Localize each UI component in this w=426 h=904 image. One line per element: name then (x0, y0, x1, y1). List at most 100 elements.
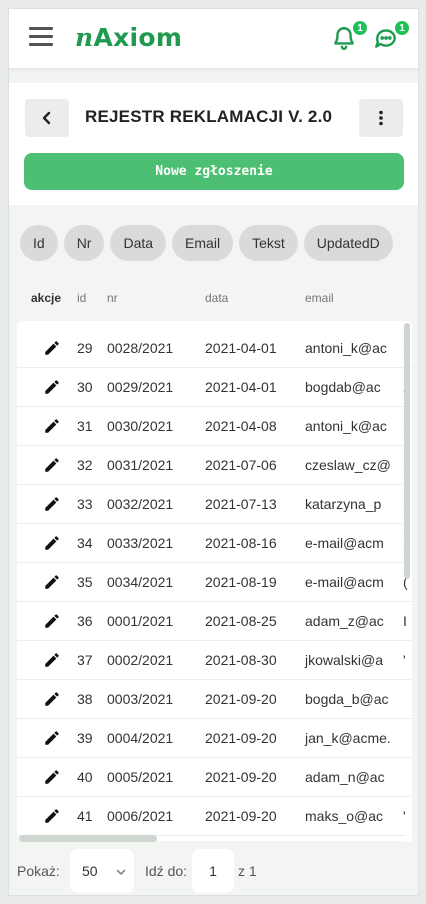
filter-chip-nr[interactable]: Nr (63, 225, 105, 261)
edit-icon[interactable] (43, 495, 63, 515)
notifications-button[interactable]: 1 (331, 19, 369, 53)
edit-icon[interactable] (43, 417, 63, 437)
table-row[interactable]: 340033/20212021-08-16e-mail@acm( (17, 524, 412, 563)
edit-icon[interactable] (43, 651, 63, 671)
table-row[interactable]: 35 0034/2021 2021-08-19 e-mail@acm( (17, 563, 412, 602)
cell-data: 2021-04-08 (205, 418, 277, 434)
cell-email: adam_n@ac (305, 769, 385, 785)
cell-email: adam_z@ac (305, 613, 384, 629)
cell-nr: 0001/2021 (107, 613, 174, 629)
table-row[interactable]: 39 0004/2021 2021-09-20 jan_k@acme. (17, 719, 412, 758)
cell-id: 40 (77, 769, 93, 785)
edit-icon[interactable] (43, 768, 63, 788)
goto-page-label: Idź do: (145, 863, 188, 879)
table-row[interactable]: 36 0001/2021 2021-08-25 adam_z@ac I (17, 602, 412, 641)
cell-data: 2021-08-25 (205, 613, 277, 629)
table-row[interactable]: 330032/20212021-07-13katarzyna_p( (17, 485, 412, 524)
edit-icon[interactable] (43, 456, 63, 476)
page-header-card: REJESTR REKLAMACJI V. 2.0 Nowe zgłoszeni… (9, 83, 418, 205)
edit-icon[interactable] (43, 612, 63, 632)
filter-chip-email[interactable]: Email (172, 225, 234, 261)
edit-icon[interactable] (43, 534, 63, 554)
cell-email: maks_o@ac (305, 808, 384, 824)
messages-button[interactable]: 1 (373, 19, 411, 53)
table-row[interactable]: 320031/20212021-07-06czeslaw_cz@( (17, 446, 412, 485)
page-size-select[interactable]: 50 (70, 849, 134, 893)
cell-data: 2021-08-16 (205, 535, 277, 551)
vertical-scrollbar[interactable] (404, 323, 410, 579)
edit-icon[interactable] (43, 729, 63, 749)
cell-email: jkowalski@a (305, 652, 384, 668)
edit-icon[interactable] (43, 690, 63, 710)
cell-data: 2021-09-20 (205, 691, 277, 707)
table-row[interactable]: 310030/20212021-04-08antoni_k@ac( (17, 407, 412, 446)
filter-chips: Id Nr Data Email Tekst UpdatedD (20, 225, 418, 261)
column-header-nr[interactable]: nr (107, 291, 118, 305)
horizontal-scrollbar-end (404, 835, 412, 842)
menu-icon[interactable] (29, 27, 53, 49)
cell-email: e-mail@acm (305, 574, 384, 590)
cell-nr: 0032/2021 (107, 496, 174, 512)
cell-nr: 0004/2021 (107, 730, 174, 746)
cell-email: jan_k@acme. (305, 730, 391, 746)
cell-data: 2021-07-06 (205, 457, 277, 473)
app-frame: nAxiom 1 1 REJESTR REKLAMACJI V. 2.0 Now… (8, 8, 419, 896)
table-row[interactable]: 300029/20212021-04-01bogdab@ac2 (17, 368, 412, 407)
cell-data: 2021-07-13 (205, 496, 277, 512)
table-body: 41 0006/2021 2021-09-20 maks_o@ac ' 40 0005/20… (17, 321, 412, 841)
cell-nr: 0029/2021 (107, 379, 174, 395)
page-title: REJESTR REKLAMACJI V. 2.0 (85, 107, 333, 126)
column-header-id[interactable]: id (77, 291, 86, 305)
table-row[interactable]: 37 0002/2021 2021-08-30 jkowalski@a ' (17, 641, 412, 680)
page-size-label: Pokaż: (17, 863, 60, 879)
table-row[interactable]: 290028/20212021-04-01antoni_k@ac( (17, 329, 412, 368)
cell-nr: 0030/2021 (107, 418, 174, 434)
cell-id: 33 (77, 496, 93, 512)
filter-chip-tekst[interactable]: Tekst (239, 225, 298, 261)
cell-nr: 0033/2021 (107, 535, 174, 551)
cell-nr: 0002/2021 (107, 652, 174, 668)
new-submission-button[interactable]: Nowe zgłoszenie (24, 153, 404, 190)
filter-chip-data[interactable]: Data (110, 225, 167, 261)
cell-email: antoni_k@ac (305, 340, 387, 356)
cell-overflow: ' (403, 808, 406, 824)
messages-badge: 1 (393, 19, 411, 37)
cell-id: 32 (77, 457, 93, 473)
table-row[interactable]: 41 0006/2021 2021-09-20 maks_o@ac ' (17, 797, 412, 836)
edit-icon[interactable] (43, 339, 63, 359)
table-row[interactable]: 40 0005/2021 2021-09-20 adam_n@ac (17, 758, 412, 797)
cell-nr: 0028/2021 (107, 340, 174, 356)
cell-id: 37 (77, 652, 93, 668)
cell-data: 2021-08-19 (205, 574, 277, 590)
cell-id: 31 (77, 418, 93, 434)
filter-chip-id[interactable]: Id (20, 225, 58, 261)
cell-email: antoni_k@ac (305, 418, 387, 434)
cell-overflow: ' (403, 652, 406, 668)
cell-email: katarzyna_p (305, 496, 382, 512)
column-header-email[interactable]: email (305, 291, 334, 305)
edit-icon[interactable] (43, 378, 63, 398)
filter-chip-updated[interactable]: UpdatedD (303, 225, 393, 261)
edit-icon[interactable] (43, 573, 63, 593)
cell-nr: 0034/2021 (107, 574, 174, 590)
cell-id: 41 (77, 808, 93, 824)
more-options-button[interactable] (359, 99, 403, 137)
cell-nr: 0003/2021 (107, 691, 174, 707)
pagination-bar: Pokaż: 50 Idź do: 1 z 1 (9, 843, 418, 895)
cell-data: 2021-08-30 (205, 652, 277, 668)
horizontal-scrollbar[interactable] (19, 835, 157, 842)
goto-page-input[interactable]: 1 (192, 849, 234, 893)
more-vertical-icon (379, 110, 383, 126)
table-header: akcje id nr data email (9, 289, 418, 309)
back-button[interactable] (25, 99, 69, 137)
cell-id: 36 (77, 613, 93, 629)
table-row[interactable]: 38 0003/2021 2021-09-20 bogda_b@ac (17, 680, 412, 719)
top-bar: nAxiom 1 1 (9, 9, 418, 69)
app-logo[interactable]: nAxiom (75, 23, 182, 52)
edit-icon[interactable] (43, 807, 63, 827)
cell-id: 39 (77, 730, 93, 746)
cell-overflow: I (403, 613, 407, 629)
cell-data: 2021-09-20 (205, 769, 277, 785)
page-count-label: z 1 (238, 863, 257, 879)
column-header-data[interactable]: data (205, 291, 228, 305)
